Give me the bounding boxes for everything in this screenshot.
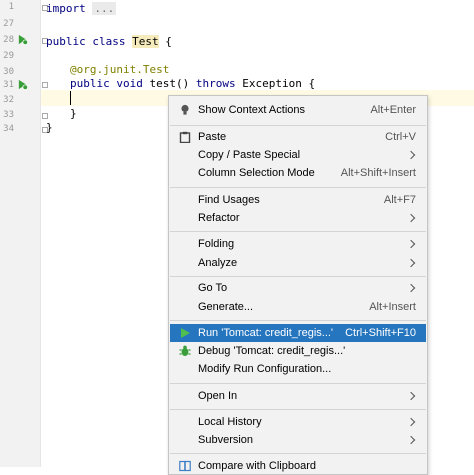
menu-separator	[170, 453, 426, 454]
menu-item-shortcut: Alt+Enter	[370, 104, 416, 116]
menu-item-go-to[interactable]: Go To	[170, 279, 426, 297]
code-line-close-method[interactable]: }	[70, 106, 77, 122]
menu-item-folding[interactable]: Folding	[170, 235, 426, 253]
menu-item-open-in[interactable]: Open In	[170, 387, 426, 405]
menu-item-label: Subversion	[198, 434, 254, 446]
menu-item-label: Paste	[198, 131, 227, 143]
menu-separator	[170, 320, 426, 321]
menu-item-label: Folding	[198, 238, 235, 250]
keyword: public class	[46, 35, 126, 48]
class-name: Test	[132, 35, 159, 48]
brace: {	[165, 35, 172, 48]
line-number: 33	[3, 110, 14, 120]
folded-imports[interactable]: ...	[92, 2, 117, 15]
clipboard-icon	[179, 131, 191, 143]
line-number: 34	[3, 124, 14, 134]
lightbulb-icon	[181, 104, 189, 115]
line-number: 30	[3, 67, 14, 77]
fold-marker-icon[interactable]	[42, 82, 48, 88]
code-line-class[interactable]: public class Test {	[46, 34, 172, 50]
menu-item-label: Generate...	[198, 301, 254, 313]
menu-item-label: Column Selection Mode	[198, 167, 315, 179]
text-caret	[70, 91, 71, 105]
keyword: public void	[70, 77, 143, 90]
menu-item-label: Run 'Tomcat: credit_regis...'	[198, 327, 334, 339]
menu-separator	[170, 383, 426, 384]
editor-context-menu: Show Context Actions Alt+Enter Paste Ctr…	[168, 95, 428, 475]
menu-item-paste[interactable]: Paste Ctrl+V	[170, 128, 426, 146]
annotation: @org.junit.Test	[70, 63, 170, 76]
menu-item-label: Open In	[198, 390, 238, 402]
brace: }	[70, 107, 77, 120]
line-number: 29	[3, 51, 14, 61]
menu-item-label: Debug 'Tomcat: credit_regis...'	[198, 345, 346, 357]
code-line-close-class[interactable]: }	[46, 120, 53, 136]
code-line-import[interactable]: import ...	[46, 1, 117, 17]
menu-item-label: Modify Run Configuration...	[198, 363, 332, 375]
menu-separator	[170, 187, 426, 188]
menu-item-shortcut: Ctrl+Shift+F10	[345, 327, 416, 339]
menu-separator	[170, 125, 426, 126]
menu-item-run-tomcat[interactable]: Run 'Tomcat: credit_regis...' Ctrl+Shift…	[170, 324, 426, 342]
menu-item-refactor[interactable]: Refactor	[170, 209, 426, 227]
menu-item-generate[interactable]: Generate... Alt+Insert	[170, 298, 426, 316]
submenu-arrow-icon	[406, 258, 416, 268]
menu-item-shortcut: Ctrl+V	[385, 131, 416, 143]
keyword: import	[46, 2, 86, 15]
compare-icon	[179, 460, 191, 472]
submenu-arrow-icon	[406, 391, 416, 401]
menu-item-local-history[interactable]: Local History	[170, 413, 426, 431]
gutter-separator	[40, 0, 41, 467]
keyword: throws	[195, 77, 236, 90]
menu-separator	[170, 276, 426, 277]
menu-item-subversion[interactable]: Subversion	[170, 431, 426, 449]
menu-item-label: Compare with Clipboard	[198, 460, 316, 472]
brace: }	[46, 121, 53, 134]
menu-item-label: Refactor	[198, 212, 240, 224]
run-test-gutter-icon[interactable]	[17, 79, 28, 90]
submenu-arrow-icon	[406, 213, 416, 223]
exception-type: Exception {	[242, 77, 316, 90]
menu-item-label: Show Context Actions	[198, 104, 306, 116]
menu-item-shortcut: Alt+F7	[383, 194, 416, 206]
method-name: test()	[149, 77, 190, 90]
fold-marker-icon[interactable]	[42, 113, 48, 119]
submenu-arrow-icon	[406, 283, 416, 293]
run-icon	[181, 328, 190, 338]
menu-item-column-selection-mode[interactable]: Column Selection Mode Alt+Shift+Insert	[170, 164, 426, 182]
menu-separator	[170, 409, 426, 410]
menu-separator	[170, 231, 426, 232]
menu-item-label: Copy / Paste Special	[198, 149, 301, 161]
run-test-gutter-icon[interactable]	[17, 34, 28, 45]
menu-item-debug-tomcat[interactable]: Debug 'Tomcat: credit_regis...'	[170, 342, 426, 360]
debug-bug-icon	[179, 345, 191, 356]
line-number: 1	[8, 2, 14, 12]
submenu-arrow-icon	[406, 417, 416, 427]
menu-item-label: Local History	[198, 416, 262, 428]
menu-item-label: Go To	[198, 282, 228, 294]
line-number: 27	[3, 19, 14, 29]
menu-item-find-usages[interactable]: Find Usages Alt+F7	[170, 191, 426, 209]
line-number: 32	[3, 95, 14, 105]
menu-item-label: Analyze	[198, 257, 238, 269]
menu-item-modify-run-configuration[interactable]: Modify Run Configuration...	[170, 360, 426, 378]
menu-item-compare-with-clipboard[interactable]: Compare with Clipboard	[170, 457, 426, 475]
submenu-arrow-icon	[406, 435, 416, 445]
menu-item-analyze[interactable]: Analyze	[170, 254, 426, 272]
line-number: 28	[3, 35, 14, 45]
submenu-arrow-icon	[406, 150, 416, 160]
line-number: 31	[3, 80, 14, 90]
menu-item-copy-paste-special[interactable]: Copy / Paste Special	[170, 146, 426, 164]
menu-item-shortcut: Alt+Shift+Insert	[340, 167, 416, 179]
menu-item-shortcut: Alt+Insert	[369, 301, 416, 313]
submenu-arrow-icon	[406, 239, 416, 249]
menu-item-show-context-actions[interactable]: Show Context Actions Alt+Enter	[170, 101, 426, 119]
menu-item-label: Find Usages	[198, 194, 260, 206]
code-line-method[interactable]: public void test() throws Exception {	[70, 76, 315, 92]
